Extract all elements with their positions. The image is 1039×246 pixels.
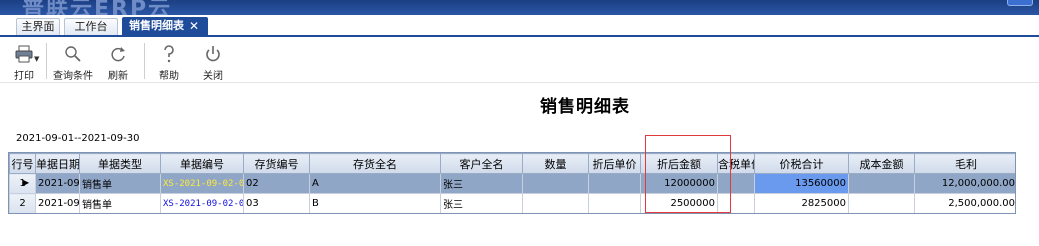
item-name-cell[interactable]: A	[309, 173, 441, 194]
tab-close-icon[interactable]: ✕	[189, 18, 199, 34]
refresh-label: 刷新	[108, 71, 128, 82]
tax-price-cell[interactable]	[717, 193, 755, 213]
row-number-cell[interactable]: 1 ▶	[9, 173, 36, 194]
grid-header-row: 行号 单据日期 单据类型 单据编号 存货编号 存货全名 客户全名 数量 折后单价…	[9, 153, 1015, 174]
table-row[interactable]: 1 ▶ 2021-09- 销售单 XS-2021-09-02-000 02 A …	[9, 173, 1015, 194]
cost-cell[interactable]	[848, 173, 915, 194]
toolbar: 打印 ▼ 查询条件 刷新 帮助 关闭	[0, 39, 1039, 83]
date-range: 2021-09-01--2021-09-30	[16, 133, 140, 144]
total-tax-cell[interactable]: 2825000	[754, 193, 849, 213]
bill-no-cell[interactable]: XS-2021-09-02-000	[160, 193, 244, 213]
toolbar-divider	[46, 43, 47, 79]
column-header[interactable]: 单据编号	[160, 153, 244, 174]
type-cell[interactable]: 销售单	[79, 193, 161, 213]
disc-price-cell[interactable]	[588, 173, 641, 194]
column-header[interactable]: 存货编号	[243, 153, 310, 174]
column-header[interactable]: 含税单价	[717, 153, 755, 174]
column-header[interactable]: 存货全名	[309, 153, 441, 174]
tax-price-cell[interactable]	[717, 173, 755, 194]
print-dropdown-icon[interactable]: ▼	[34, 55, 39, 63]
tab-sales-detail-label: 销售明细表	[129, 19, 184, 32]
total-tax-cell[interactable]: 13560000	[754, 173, 849, 194]
date-cell[interactable]: 2021-09-	[35, 193, 80, 213]
printer-icon	[15, 45, 33, 63]
column-header[interactable]: 折后金额	[640, 153, 718, 174]
refresh-button[interactable]: 刷新	[102, 43, 134, 82]
cost-cell[interactable]	[848, 193, 915, 213]
query-conditions-label: 查询条件	[53, 71, 93, 82]
customer-cell[interactable]: 张三	[440, 173, 523, 194]
column-header[interactable]: 客户全名	[440, 153, 523, 174]
power-icon	[206, 46, 220, 62]
close-button[interactable]: 关闭	[200, 43, 226, 82]
bill-no-cell[interactable]: XS-2021-09-02-000	[160, 173, 244, 194]
column-header[interactable]: 行号	[9, 153, 36, 174]
sales-detail-grid: 行号 单据日期 单据类型 单据编号 存货编号 存货全名 客户全名 数量 折后单价…	[8, 152, 1016, 214]
app-banner: 普联云ERP云	[0, 0, 1039, 15]
row-number: 2	[19, 198, 26, 209]
tab-workbench[interactable]: 工作台	[64, 18, 118, 35]
disc-price-cell[interactable]	[588, 193, 641, 213]
gross-profit-cell[interactable]: 12,000,000.00	[914, 173, 1015, 194]
current-row-icon: ▶	[23, 178, 30, 187]
query-conditions-button[interactable]: 查询条件	[52, 43, 94, 82]
column-header[interactable]: 毛利	[914, 153, 1015, 174]
tab-bar: 主界面 工作台 销售明细表 ✕	[0, 15, 1039, 37]
column-header[interactable]: 折后单价	[588, 153, 641, 174]
report-title: 销售明细表	[540, 97, 630, 117]
table-row[interactable]: 2 2021-09- 销售单 XS-2021-09-02-000 03 B 张三…	[9, 193, 1015, 213]
toolbar-divider	[144, 43, 145, 79]
help-button[interactable]: 帮助	[156, 43, 182, 82]
disc-amount-cell[interactable]: 12000000	[640, 173, 718, 194]
qty-cell[interactable]	[522, 173, 589, 194]
disc-amount-cell[interactable]: 2500000	[640, 193, 718, 213]
row-number-cell[interactable]: 2	[9, 193, 36, 213]
banner-menu-button[interactable]	[1007, 0, 1033, 6]
date-cell[interactable]: 2021-09-	[35, 173, 80, 194]
close-label: 关闭	[203, 71, 223, 82]
column-header[interactable]: 数量	[522, 153, 589, 174]
search-icon	[65, 46, 81, 62]
question-mark-icon	[164, 45, 174, 63]
app-logo: 普联云ERP云	[22, 0, 173, 15]
column-header[interactable]: 价税合计	[754, 153, 849, 174]
customer-cell[interactable]: 张三	[440, 193, 523, 213]
gross-profit-cell[interactable]: 2,500,000.00	[914, 193, 1015, 213]
refresh-icon	[111, 47, 125, 62]
column-header[interactable]: 单据类型	[79, 153, 161, 174]
item-no-cell[interactable]: 03	[243, 193, 310, 213]
item-name-cell[interactable]: B	[309, 193, 441, 213]
type-cell[interactable]: 销售单	[79, 173, 161, 194]
tab-sales-detail[interactable]: 销售明细表 ✕	[122, 17, 208, 35]
print-label: 打印	[14, 71, 34, 82]
item-no-cell[interactable]: 02	[243, 173, 310, 194]
tab-main[interactable]: 主界面	[16, 18, 60, 35]
column-header[interactable]: 成本金额	[848, 153, 915, 174]
column-header[interactable]: 单据日期	[35, 153, 80, 174]
help-label: 帮助	[159, 71, 179, 82]
qty-cell[interactable]	[522, 193, 589, 213]
